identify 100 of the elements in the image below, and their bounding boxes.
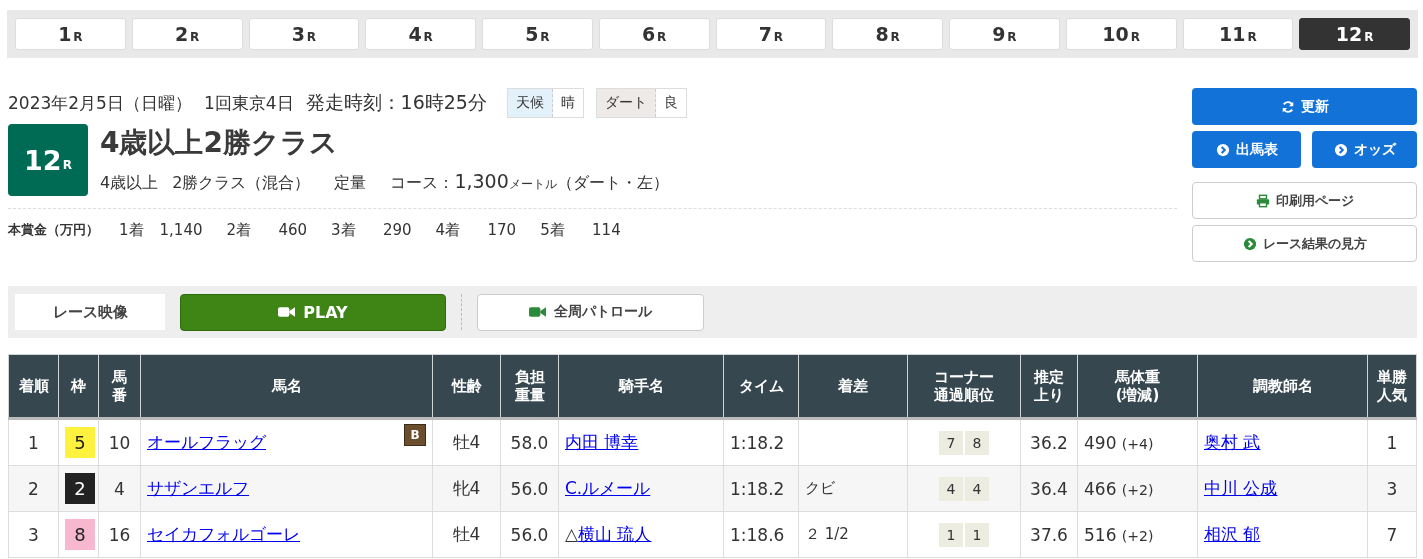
trainer-name-link[interactable]: 中川 公成: [1204, 478, 1278, 498]
column-header: 枠: [58, 354, 99, 419]
race-tab[interactable]: 6 R: [598, 18, 710, 50]
column-header: 馬名: [140, 354, 433, 419]
table-cell: 2: [8, 465, 59, 512]
corner-position: 4: [939, 476, 963, 501]
prize-place: 3着: [331, 221, 356, 240]
body-weight: 466: [1084, 478, 1117, 499]
frame-number: 2: [65, 473, 95, 504]
prize-place: 2着: [226, 221, 252, 240]
race-tab[interactable]: 4 R: [365, 18, 476, 50]
table-cell: 56.0: [500, 465, 559, 512]
race-tab[interactable]: 10 R: [1065, 18, 1177, 50]
video-camera-icon: [529, 306, 546, 318]
column-header: 単勝 人気: [1367, 354, 1417, 419]
column-header: タイム: [723, 354, 799, 419]
race-condition: 2勝クラス（混合）: [172, 173, 311, 194]
nav-button[interactable]: オッズ: [1312, 131, 1417, 168]
patrol-button[interactable]: 全周パトロール: [477, 293, 704, 331]
race-tab[interactable]: 3 R: [248, 18, 360, 50]
table-cell: 牝4: [432, 465, 501, 512]
race-tab[interactable]: 1 R: [15, 18, 126, 50]
table-cell: 7: [1367, 511, 1417, 558]
nav-button[interactable]: 出馬表: [1192, 131, 1301, 168]
corner-position: 1: [939, 522, 963, 547]
race-condition: 定量: [334, 173, 367, 194]
chevron-circle-icon: [1215, 142, 1230, 157]
race-name: 4歳以上2勝クラス: [100, 125, 339, 161]
column-header: 馬 番: [98, 354, 141, 419]
track-label: ダート: [596, 89, 656, 117]
table-cell: 36.4: [1020, 465, 1078, 512]
video-camera-icon: [278, 306, 296, 318]
prize-amount: 1,140: [159, 221, 203, 240]
race-tab[interactable]: 5 R: [482, 18, 593, 50]
horse-name-link[interactable]: オールフラッグ: [147, 432, 266, 452]
prize-place: 4着: [435, 221, 461, 240]
table-cell: 37.6: [1020, 511, 1078, 558]
race-condition: 4歳以上: [100, 173, 159, 194]
column-header: 着差: [798, 354, 908, 419]
weight-change: (+2): [1121, 527, 1154, 544]
refresh-button[interactable]: 更新: [1192, 88, 1417, 125]
race-tab[interactable]: 9 R: [949, 18, 1060, 50]
column-header: 着順: [8, 354, 59, 419]
column-header: 馬体重 (増減): [1077, 354, 1198, 419]
column-header: 性齢: [432, 354, 501, 419]
table-cell: 16: [98, 511, 141, 558]
table-cell: 1:18.2: [723, 465, 799, 512]
table-cell: 56.0: [500, 511, 559, 558]
prize-amount: 114: [591, 221, 621, 240]
prize-place: 5着: [540, 221, 565, 240]
race-tab[interactable]: 8 R: [832, 18, 943, 50]
horse-name-link[interactable]: サザンエルフ: [147, 478, 249, 498]
jockey-name-link[interactable]: 横山 琉人: [578, 524, 652, 544]
refresh-icon: [1280, 99, 1295, 114]
column-header: 負担 重量: [500, 354, 559, 419]
table-cell: 10: [98, 418, 141, 466]
weight-change: (+4): [1121, 435, 1154, 452]
chevron-circle-icon: [1333, 142, 1348, 157]
printer-icon: [1255, 193, 1270, 208]
blinkers-badge: B: [404, 424, 426, 446]
table-cell: 1:18.6: [723, 511, 799, 558]
table-cell: 36.2: [1020, 418, 1078, 466]
prize-amount: 290: [381, 221, 412, 240]
weight-change: (+2): [1121, 481, 1154, 498]
print-button[interactable]: 印刷用ページ: [1192, 182, 1417, 219]
corner-position: 7: [939, 430, 963, 455]
frame-number: 8: [65, 519, 95, 550]
start-time: 発走時刻：16時25分: [305, 90, 487, 115]
table-cell: 3: [8, 511, 59, 558]
corner-position: 4: [965, 476, 989, 501]
table-cell: 牡4: [432, 418, 501, 466]
column-header: 調教師名: [1197, 354, 1368, 419]
table-cell: 牡4: [432, 511, 501, 558]
corner-position: 8: [965, 430, 989, 455]
prize-amount: 460: [277, 221, 308, 240]
race-tab[interactable]: 12 R: [1299, 18, 1410, 50]
frame-number: 5: [65, 427, 95, 458]
table-cell: 1:18.2: [723, 418, 799, 466]
jockey-name-link[interactable]: 内田 博幸: [565, 432, 639, 452]
prize-amount: 170: [486, 221, 517, 240]
race-tab[interactable]: 2 R: [131, 18, 243, 50]
video-label: レース映像: [15, 294, 165, 330]
race-number-badge: 12 R: [8, 124, 88, 196]
chevron-circle-icon: [1242, 236, 1257, 251]
body-weight: 516: [1084, 524, 1117, 545]
race-tab[interactable]: 11 R: [1182, 18, 1294, 50]
race-tab[interactable]: 7 R: [715, 18, 827, 50]
column-header: 騎手名: [558, 354, 724, 419]
margin-text: ２ 1/2: [805, 525, 849, 543]
body-weight: 490: [1084, 432, 1117, 453]
prize-label: 本賞金（万円）: [8, 221, 99, 239]
weather-label: 天候: [507, 89, 553, 117]
play-button[interactable]: PLAY: [180, 293, 446, 331]
guide-button[interactable]: レース結果の見方: [1192, 225, 1417, 262]
meeting-name: 1回東京4日: [203, 91, 294, 115]
table-cell: 1: [8, 418, 59, 466]
prize-place: 1着: [119, 221, 144, 240]
table-cell: 4: [98, 465, 141, 512]
trainer-name-link[interactable]: 相沢 郁: [1204, 524, 1261, 544]
trainer-name-link[interactable]: 奥村 武: [1204, 432, 1261, 452]
